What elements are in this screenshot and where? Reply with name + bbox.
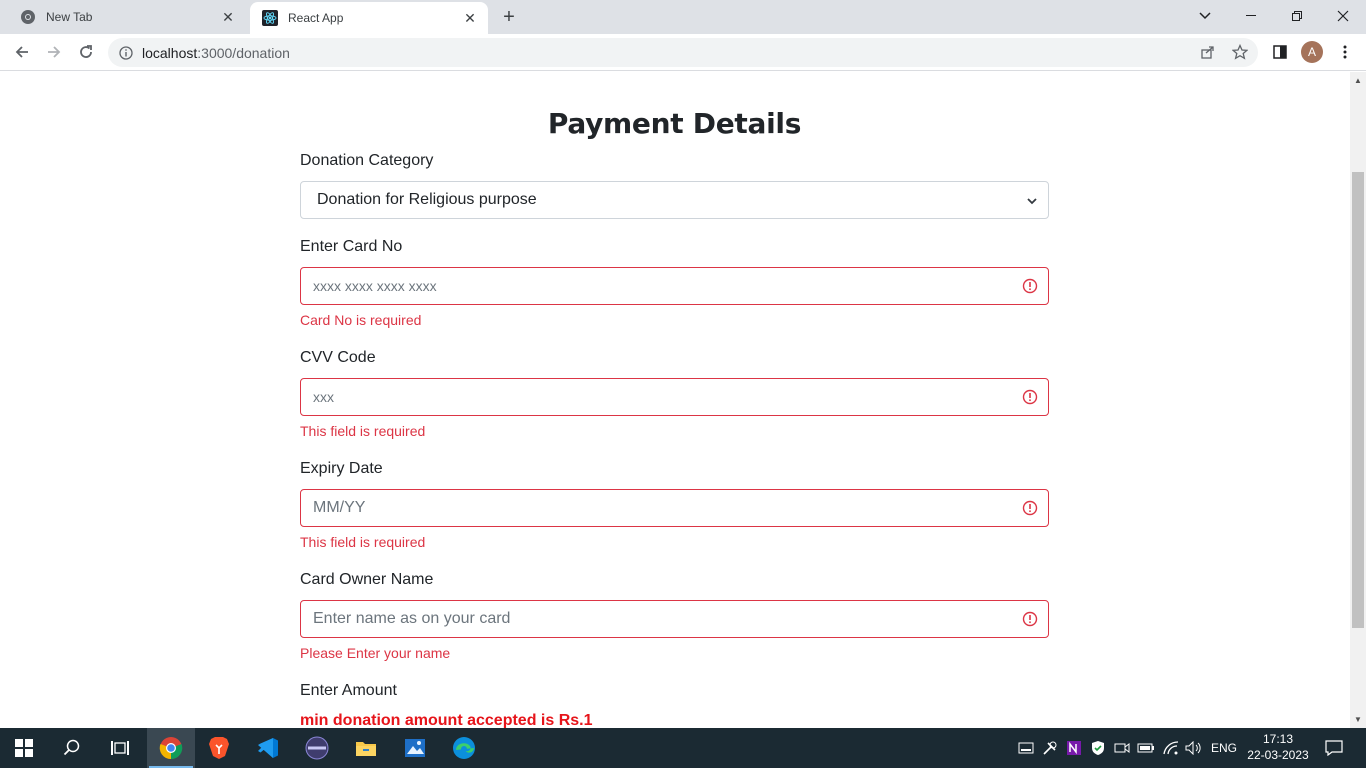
onenote-icon[interactable] [1064,728,1084,768]
chrome-icon [20,9,36,25]
cvv-error: This field is required [300,423,426,439]
chrome-taskbar-icon[interactable] [147,728,195,768]
brave-icon[interactable] [195,728,243,768]
chevron-down-icon [1027,198,1037,205]
amount-label: Enter Amount [300,682,397,699]
selected-value: Donation for Religious purpose [317,191,537,208]
notification-icon[interactable] [1320,728,1348,768]
reload-button[interactable] [72,38,100,66]
page-content: Payment Details Donation Category Donati… [0,72,1350,728]
avatar[interactable]: A [1301,41,1323,63]
tab-react-app[interactable]: React App ✕ [250,2,488,34]
scroll-down-icon[interactable]: ▼ [1353,714,1363,724]
tab-strip: New Tab ✕ React App ✕ + [0,0,1366,34]
owner-name-input[interactable]: Enter name as on your card [300,600,1049,638]
error-icon [1022,500,1038,516]
owner-label: Card Owner Name [300,571,434,588]
expiry-label: Expiry Date [300,460,383,477]
expiry-error: This field is required [300,534,426,550]
owner-error: Please Enter your name [300,645,451,661]
tab-title: React App [288,11,344,25]
new-tab-button[interactable]: + [498,6,520,28]
tray-keyboard-icon[interactable] [1016,728,1036,768]
expiry-input[interactable]: MM/YY [300,489,1049,527]
cvv-input[interactable]: xxx [300,378,1049,416]
url-path: :3000/donation [197,44,290,61]
language-indicator[interactable]: ENG [1208,728,1240,768]
task-view-icon[interactable] [96,728,144,768]
wifi-icon[interactable] [1160,728,1182,768]
expiry-placeholder: MM/YY [313,499,366,516]
security-shield-icon[interactable] [1088,728,1108,768]
vscode-icon[interactable] [244,728,292,768]
card-no-placeholder: xxxx xxxx xxxx xxxx [313,278,437,294]
file-explorer-icon[interactable] [342,728,390,768]
side-panel-icon[interactable] [1266,38,1294,66]
amount-warning: min donation amount accepted is Rs.1 [300,712,593,728]
browser-toolbar: localhost:3000/donation A [0,34,1366,71]
error-icon [1022,389,1038,405]
windows-taskbar: ENG 17:13 22-03-2023 [0,728,1366,768]
volume-icon[interactable] [1184,728,1204,768]
clock-time: 17:13 [1262,732,1294,746]
system-clock[interactable]: 17:13 22-03-2023 [1244,731,1312,763]
tray-tools-icon[interactable] [1040,728,1060,768]
url-text: localhost:3000/donation [142,45,290,61]
close-icon[interactable]: ✕ [218,7,238,27]
card-no-error: Card No is required [300,312,422,328]
edge-icon[interactable] [440,728,488,768]
scroll-up-icon[interactable]: ▲ [1353,75,1363,85]
minimize-button[interactable] [1228,0,1274,32]
card-no-label: Enter Card No [300,238,403,255]
scroll-thumb[interactable] [1352,172,1364,628]
donation-category-select[interactable]: Donation for Religious purpose [300,181,1049,219]
back-button[interactable] [8,38,36,66]
error-icon [1022,611,1038,627]
react-icon [262,10,278,26]
tab-title: New Tab [46,10,93,24]
clock-date: 22-03-2023 [1247,748,1309,762]
menu-icon[interactable] [1331,38,1359,66]
cvv-placeholder: xxx [313,389,334,405]
cvv-label: CVV Code [300,349,376,366]
bookmark-star-icon[interactable] [1226,38,1254,66]
tab-new-tab[interactable]: New Tab ✕ [8,0,246,34]
restore-button[interactable] [1274,0,1320,32]
meet-now-icon[interactable] [1112,728,1132,768]
page-scrollbar[interactable]: ▲ ▼ [1350,72,1366,728]
search-icon[interactable] [48,728,96,768]
app-icon[interactable] [293,728,341,768]
site-info-icon[interactable] [119,45,133,60]
share-icon[interactable] [1194,38,1222,66]
page-title: Payment Details [547,107,802,140]
close-icon[interactable]: ✕ [460,8,480,28]
browser-window: New Tab ✕ React App ✕ + localhost:3000/d… [0,0,1366,728]
card-no-input[interactable]: xxxx xxxx xxxx xxxx [300,267,1049,305]
close-window-button[interactable] [1320,0,1366,32]
forward-button[interactable] [40,38,68,66]
start-button[interactable] [0,728,48,768]
address-bar[interactable]: localhost:3000/donation [108,38,1258,67]
url-host: localhost [142,44,198,61]
battery-icon[interactable] [1136,728,1156,768]
owner-placeholder: Enter name as on your card [313,610,511,627]
donation-category-label: Donation Category [300,152,434,169]
photos-icon[interactable] [391,728,439,768]
error-icon [1022,278,1038,294]
tab-search-icon[interactable] [1182,0,1228,32]
